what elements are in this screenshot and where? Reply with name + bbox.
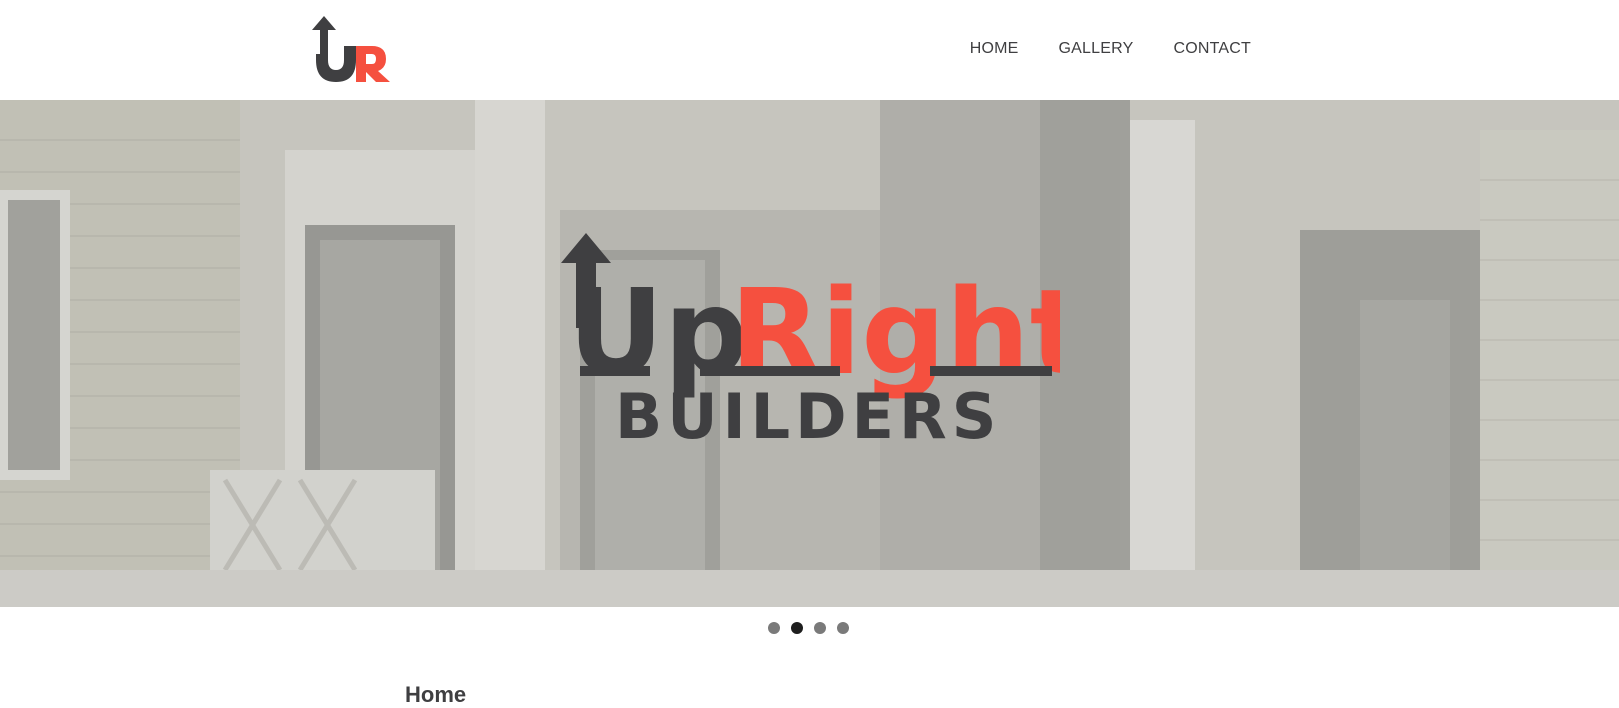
slider-dot-2[interactable] bbox=[791, 622, 803, 634]
site-logo[interactable] bbox=[312, 16, 396, 86]
slider-dots bbox=[768, 622, 849, 634]
site-header: HOME GALLERY CONTACT bbox=[0, 0, 1619, 100]
nav-gallery-link[interactable]: GALLERY bbox=[1059, 40, 1134, 58]
brand-tagline: BUILDERS bbox=[615, 380, 1001, 453]
slider-dot-1[interactable] bbox=[768, 622, 780, 634]
hero-brand-logo: Up Right BUILDERS bbox=[561, 233, 1060, 453]
slider-dot-3[interactable] bbox=[814, 622, 826, 634]
main-nav: HOME GALLERY CONTACT bbox=[970, 40, 1251, 58]
hero-slider: Up Right BUILDERS bbox=[0, 100, 1619, 607]
slider-dot-4[interactable] bbox=[837, 622, 849, 634]
nav-home-link[interactable]: HOME bbox=[970, 40, 1019, 58]
nav-contact-link[interactable]: CONTACT bbox=[1173, 40, 1251, 58]
page-title: Home bbox=[405, 682, 467, 707]
